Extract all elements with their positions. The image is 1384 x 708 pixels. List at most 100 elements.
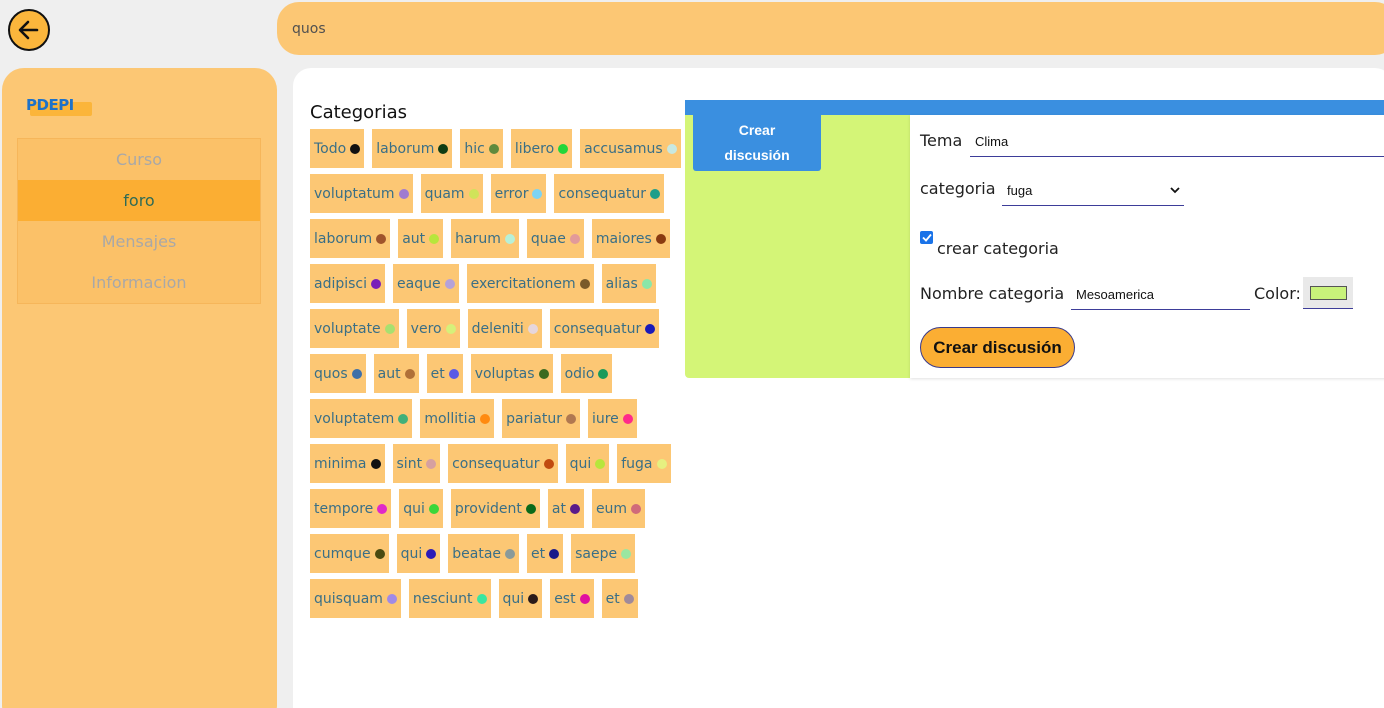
category-color-dot bbox=[371, 278, 382, 289]
category-chip[interactable]: minima bbox=[310, 444, 385, 483]
category-color-dot bbox=[656, 458, 667, 469]
category-chip[interactable]: aut bbox=[373, 354, 419, 393]
category-chip[interactable]: et bbox=[527, 534, 564, 573]
category-chip[interactable]: exercitationem bbox=[466, 264, 594, 303]
categoria-select[interactable]: fuga bbox=[1002, 175, 1184, 206]
category-chip[interactable]: error bbox=[490, 174, 547, 213]
category-chip[interactable]: saepe bbox=[571, 534, 636, 573]
crear-categoria-checkbox[interactable] bbox=[920, 231, 933, 244]
category-chip-label: minima bbox=[314, 455, 367, 472]
category-color-dot bbox=[532, 188, 543, 199]
category-chip[interactable]: beatae bbox=[448, 534, 520, 573]
categoria-select-value: fuga bbox=[1007, 182, 1033, 198]
tema-label: Tema bbox=[920, 131, 963, 150]
category-chip[interactable]: maiores bbox=[591, 219, 670, 258]
crear-discusion-tab[interactable]: Crear discusión bbox=[693, 115, 821, 171]
sidebar-item-curso[interactable]: Curso bbox=[18, 139, 260, 180]
category-chip[interactable]: hic bbox=[460, 129, 503, 168]
category-color-dot bbox=[351, 368, 362, 379]
category-color-dot bbox=[448, 368, 459, 379]
color-swatch bbox=[1309, 285, 1347, 300]
nombre-categoria-label: Nombre categoria bbox=[920, 284, 1065, 303]
category-color-dot bbox=[444, 278, 455, 289]
category-chip[interactable]: quae bbox=[526, 219, 584, 258]
category-chip[interactable]: tempore bbox=[310, 489, 392, 528]
category-chip-label: quam bbox=[424, 185, 465, 202]
categories-list: Todo laborum hic libero accusamus voluptatum q… bbox=[310, 129, 685, 624]
category-chip[interactable]: qui bbox=[565, 444, 610, 483]
categories-row: voluptatem mollitia pariatur iure bbox=[310, 399, 685, 444]
category-chip[interactable]: laborum bbox=[310, 219, 391, 258]
category-chip-label: et bbox=[605, 590, 620, 607]
category-chip[interactable]: harum bbox=[451, 219, 519, 258]
category-chip[interactable]: voluptatum bbox=[310, 174, 413, 213]
sidebar-item-mensajes[interactable]: Mensajes bbox=[18, 221, 260, 262]
category-chip[interactable]: quos bbox=[310, 354, 366, 393]
category-color-dot bbox=[445, 323, 456, 334]
category-chip[interactable]: alias bbox=[601, 264, 656, 303]
category-chip[interactable]: libero bbox=[510, 129, 573, 168]
category-color-dot bbox=[655, 233, 666, 244]
category-chip[interactable]: eaque bbox=[393, 264, 459, 303]
category-chip[interactable]: accusamus bbox=[580, 129, 681, 168]
category-color-dot bbox=[595, 458, 606, 469]
category-chip-label: voluptas bbox=[474, 365, 535, 382]
category-chip-label: et bbox=[430, 365, 445, 382]
category-chip[interactable]: voluptatem bbox=[310, 399, 413, 438]
category-chip[interactable]: quam bbox=[420, 174, 483, 213]
sidebar-item-informacion[interactable]: Informacion bbox=[18, 262, 260, 303]
category-chip[interactable]: odio bbox=[560, 354, 613, 393]
sidebar-item-foro[interactable]: foro bbox=[18, 180, 260, 221]
category-chip[interactable]: iure bbox=[587, 399, 637, 438]
category-color-dot bbox=[598, 368, 609, 379]
category-color-dot bbox=[538, 368, 549, 379]
category-chip[interactable]: qui bbox=[498, 579, 543, 618]
category-chip[interactable]: deleniti bbox=[467, 309, 542, 348]
category-chip[interactable]: voluptate bbox=[310, 309, 399, 348]
category-chip[interactable]: provident bbox=[450, 489, 540, 528]
category-color-dot bbox=[528, 593, 539, 604]
category-chip[interactable]: et bbox=[601, 579, 638, 618]
category-chip[interactable]: qui bbox=[396, 534, 441, 573]
category-chip[interactable]: voluptas bbox=[470, 354, 553, 393]
category-chip[interactable]: consequatur bbox=[554, 174, 664, 213]
category-chip[interactable]: adipisci bbox=[310, 264, 386, 303]
category-color-dot bbox=[666, 143, 677, 154]
color-picker[interactable] bbox=[1303, 277, 1353, 309]
category-chip[interactable]: qui bbox=[399, 489, 443, 528]
category-color-dot bbox=[426, 548, 437, 559]
category-chip[interactable]: laborum bbox=[372, 129, 453, 168]
category-chip[interactable]: fuga bbox=[617, 444, 671, 483]
category-chip[interactable]: at bbox=[547, 489, 584, 528]
category-chip[interactable]: nesciunt bbox=[408, 579, 491, 618]
category-chip[interactable]: eum bbox=[591, 489, 646, 528]
category-chip[interactable]: Todo bbox=[310, 129, 365, 168]
category-chip[interactable]: consequatur bbox=[549, 309, 660, 348]
category-chip[interactable]: consequatur bbox=[448, 444, 558, 483]
search-input[interactable] bbox=[292, 20, 1092, 37]
crear-discusion-button[interactable]: Crear discusión bbox=[920, 327, 1075, 368]
category-color-dot bbox=[549, 548, 560, 559]
category-color-dot bbox=[426, 458, 437, 469]
category-chip-label: voluptate bbox=[314, 320, 381, 337]
category-chip-label: mollitia bbox=[424, 410, 477, 427]
category-chip[interactable]: vero bbox=[406, 309, 460, 348]
category-chip[interactable]: quisquam bbox=[310, 579, 401, 618]
category-chip[interactable]: et bbox=[426, 354, 463, 393]
category-color-dot bbox=[480, 413, 491, 424]
category-chip[interactable]: aut bbox=[398, 219, 444, 258]
category-chip[interactable]: pariatur bbox=[502, 399, 580, 438]
nombre-categoria-input[interactable] bbox=[1071, 279, 1250, 310]
crear-categoria-label: crear categoria bbox=[937, 239, 1059, 258]
category-color-dot bbox=[645, 323, 656, 334]
tema-input[interactable] bbox=[970, 127, 1384, 157]
category-chip[interactable]: sint bbox=[392, 444, 441, 483]
category-chip-label: accusamus bbox=[584, 140, 663, 157]
category-chip[interactable]: mollitia bbox=[420, 399, 495, 438]
category-chip[interactable]: est bbox=[550, 579, 594, 618]
category-chip-label: qui bbox=[403, 500, 425, 517]
back-button[interactable] bbox=[8, 9, 50, 51]
category-chip[interactable]: cumque bbox=[310, 534, 389, 573]
category-color-dot bbox=[621, 548, 632, 559]
category-color-dot bbox=[376, 233, 387, 244]
